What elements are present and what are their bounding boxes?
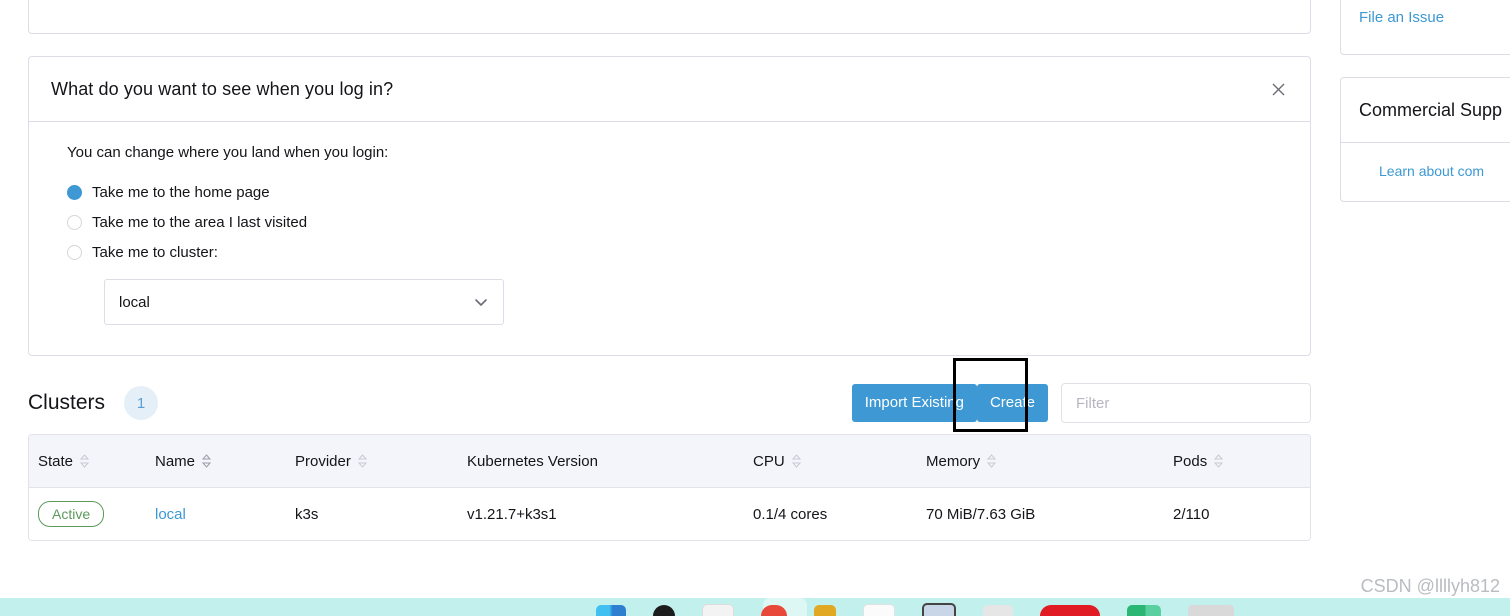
main-column: What do you want to see when you log in?… <box>28 0 1311 541</box>
import-existing-button[interactable]: Import Existing <box>851 384 977 422</box>
radio-option-cluster[interactable]: Take me to cluster: <box>67 237 1288 267</box>
dock-icon-recorder[interactable] <box>1040 605 1100 616</box>
column-label-kubernetes-version: Kubernetes Version <box>467 452 598 470</box>
chevron-down-icon <box>473 294 489 310</box>
dock-icon-document[interactable] <box>702 604 734 616</box>
table-header-row: State Name Provider Kubernetes Version C… <box>29 435 1310 488</box>
table-row[interactable]: Active local k3s v1.21.7+k3s1 0.1/4 core… <box>29 487 1310 540</box>
page-root: What do you want to see when you log in?… <box>0 0 1510 616</box>
cell-memory: 70 MiB/7.63 GiB <box>926 487 1173 540</box>
close-icon[interactable] <box>1266 77 1290 101</box>
radio-option-home-page[interactable]: Take me to the home page <box>67 177 1288 207</box>
sidebar-link-file-an-issue[interactable]: File an Issue <box>1341 0 1510 36</box>
column-label-provider: Provider <box>295 452 351 470</box>
radio-mark-unselected <box>67 214 82 230</box>
column-label-memory: Memory <box>926 452 981 470</box>
dock-icon-finder[interactable] <box>1127 605 1161 616</box>
dock-icon-display[interactable] <box>922 603 956 616</box>
commercial-support-card: Commercial Supp Learn about com <box>1340 77 1510 202</box>
cluster-select[interactable]: local <box>104 279 504 325</box>
cluster-select-value: local <box>119 293 150 311</box>
cell-name: local <box>155 487 295 540</box>
right-sidebar: Forums Slack File an Issue Commercial Su… <box>1340 0 1510 224</box>
login-preference-description: You can change where you land when you l… <box>67 144 389 161</box>
login-preference-header: What do you want to see when you log in? <box>29 57 1310 122</box>
clusters-table-card: State Name Provider Kubernetes Version C… <box>28 434 1311 541</box>
clusters-heading: Clusters <box>28 391 106 414</box>
sort-icon <box>1214 454 1224 468</box>
clusters-table-head: State Name Provider Kubernetes Version C… <box>29 435 1310 488</box>
commercial-support-title: Commercial Supp <box>1341 78 1510 143</box>
column-header-name[interactable]: Name <box>155 435 295 488</box>
cell-cpu: 0.1/4 cores <box>753 487 926 540</box>
cluster-name-link[interactable]: local <box>155 506 186 523</box>
filter-input[interactable] <box>1061 383 1311 423</box>
radio-label-home-page: Take me to the home page <box>92 183 270 201</box>
column-header-pods[interactable]: Pods <box>1173 435 1310 488</box>
dock-icon-calculator[interactable] <box>1188 605 1234 616</box>
cell-state: Active <box>29 487 155 540</box>
column-header-memory[interactable]: Memory <box>926 435 1173 488</box>
create-button-wrapper: Create <box>952 358 1048 432</box>
create-button[interactable]: Create <box>976 384 1048 422</box>
commercial-support-body: Learn about com <box>1341 143 1510 201</box>
radio-option-last-visited[interactable]: Take me to the area I last visited <box>67 207 1288 237</box>
dock-icon-notes[interactable] <box>814 605 836 616</box>
sort-icon <box>80 454 90 468</box>
column-label-state: State <box>38 452 74 470</box>
login-preference-body: You can change where you land when you l… <box>29 122 1310 355</box>
community-links-list: Forums Slack File an Issue <box>1341 0 1510 54</box>
column-label-pods: Pods <box>1173 452 1208 470</box>
dock-icon-terminal[interactable] <box>653 605 675 616</box>
dock-icon-browser[interactable] <box>761 605 787 616</box>
community-links-card: Forums Slack File an Issue <box>1340 0 1510 55</box>
commercial-support-link[interactable]: Learn about com <box>1379 163 1484 179</box>
sort-icon <box>791 454 801 468</box>
cell-provider: k3s <box>295 487 467 540</box>
dock-icon-files[interactable] <box>596 605 626 616</box>
radio-mark-unselected <box>67 244 82 260</box>
login-preference-card: What do you want to see when you log in?… <box>28 56 1311 356</box>
watermark: CSDN @llllyh812 <box>1360 576 1500 596</box>
dock-icon-mail[interactable] <box>863 604 895 616</box>
clusters-count-badge: 1 <box>124 386 159 420</box>
page-title: What do you want to see when you log in? <box>51 78 394 99</box>
sort-icon <box>202 454 212 468</box>
column-header-state[interactable]: State <box>29 435 155 488</box>
dock-icon-settings[interactable] <box>983 605 1013 616</box>
sort-icon <box>987 454 997 468</box>
top-partial-card <box>28 0 1311 34</box>
radio-label-cluster: Take me to cluster: <box>92 243 218 261</box>
radio-mark-selected <box>67 184 82 200</box>
column-header-provider[interactable]: Provider <box>295 435 467 488</box>
dock-icons <box>596 598 1234 616</box>
desktop-dock <box>0 598 1510 616</box>
sort-icon <box>357 454 367 468</box>
cell-kubernetes-version: v1.21.7+k3s1 <box>467 487 753 540</box>
column-label-name: Name <box>155 452 196 470</box>
clusters-table: State Name Provider Kubernetes Version C… <box>29 435 1310 540</box>
clusters-toolbar: Clusters 1 Import Existing Create <box>28 358 1311 434</box>
clusters-table-body: Active local k3s v1.21.7+k3s1 0.1/4 core… <box>29 487 1310 540</box>
column-header-kubernetes-version: Kubernetes Version <box>467 435 753 488</box>
radio-label-last-visited: Take me to the area I last visited <box>92 213 308 231</box>
status-badge: Active <box>38 501 105 527</box>
column-header-cpu[interactable]: CPU <box>753 435 926 488</box>
cell-pods: 2/110 <box>1173 487 1310 540</box>
column-label-cpu: CPU <box>753 452 785 470</box>
